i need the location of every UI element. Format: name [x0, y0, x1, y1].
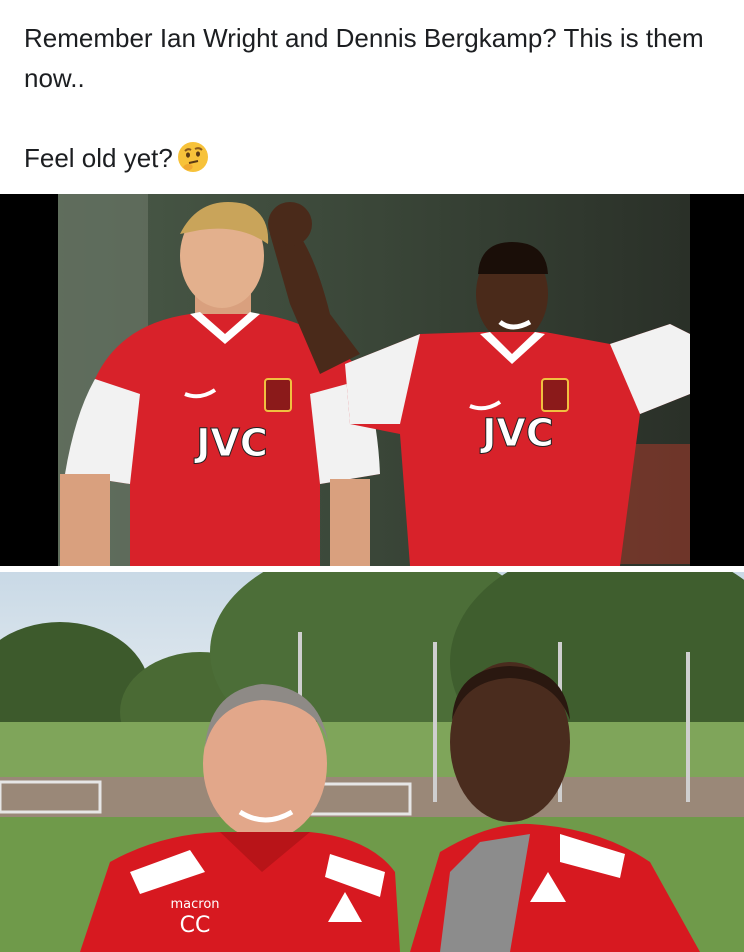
post-caption: Remember Ian Wright and Dennis Bergkamp?…: [24, 18, 724, 178]
photo-now-image: macron CC: [0, 572, 744, 952]
right-shirt-sponsor: JVC: [479, 411, 553, 455]
jacket-brand: macron: [170, 897, 219, 912]
post-line-2: Feel old yet?: [24, 138, 724, 178]
photo-then-image: JVC JVC: [0, 194, 744, 566]
line-spacer: [24, 98, 724, 138]
photo-then[interactable]: JVC JVC: [0, 194, 744, 566]
left-shirt-sponsor: JVC: [193, 421, 267, 465]
jacket-initials: CC: [180, 913, 211, 938]
photo-now[interactable]: macron CC: [0, 572, 744, 952]
thinking-face-icon: [177, 142, 208, 172]
post-line-1: Remember Ian Wright and Dennis Bergkamp?…: [24, 23, 704, 93]
post-line-2-text: Feel old yet?: [24, 143, 173, 173]
